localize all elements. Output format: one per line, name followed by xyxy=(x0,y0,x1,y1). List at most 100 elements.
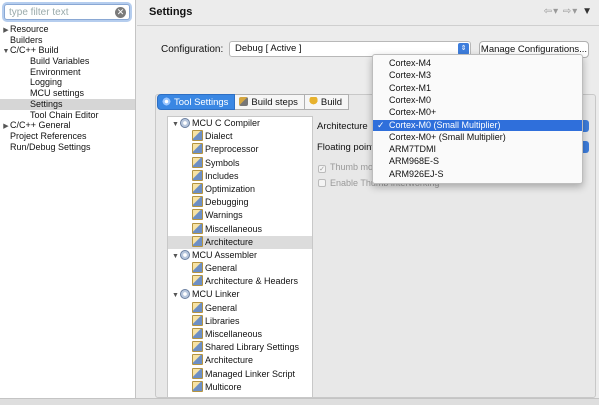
option-node[interactable]: Miscellaneous xyxy=(168,328,312,341)
tool-gear-icon xyxy=(180,118,190,128)
history-nav: ⇦▾ ⇨▾ ▼ xyxy=(544,6,593,17)
architecture-label: Architecture xyxy=(317,121,368,132)
sidebar-item-label: Run/Debug Settings xyxy=(10,141,91,152)
back-arrow-icon[interactable]: ⇦ xyxy=(544,6,553,17)
tab-gear[interactable]: Tool Settings xyxy=(157,94,236,110)
architecture-option-label: Cortex-M0 xyxy=(389,94,432,105)
option-node[interactable]: General xyxy=(168,262,312,275)
option-page-icon xyxy=(192,209,203,221)
tool-node[interactable]: ▼ MCU Assembler xyxy=(168,249,312,262)
steps-icon xyxy=(239,97,249,106)
architecture-option-label: ARM926EJ-S xyxy=(389,168,444,179)
settings-tabs: Tool Settings Build steps Build xyxy=(157,94,350,112)
option-node[interactable]: Managed Linker Script xyxy=(168,367,312,381)
sidebar-item[interactable]: Build Variables xyxy=(0,56,135,67)
architecture-option[interactable]: Cortex-M0 xyxy=(373,95,582,106)
architecture-option-label: Cortex-M1 xyxy=(389,82,432,93)
option-node[interactable]: Includes xyxy=(168,169,312,183)
option-page-icon xyxy=(192,130,203,142)
tool-tree-label: Symbols xyxy=(205,157,240,168)
tool-tree-label: MCU Linker xyxy=(192,289,240,300)
sidebar-item-label: Build Variables xyxy=(30,56,90,67)
forward-arrow-icon[interactable]: ⇨ xyxy=(563,6,572,17)
clear-filter-icon[interactable]: ✕ xyxy=(115,7,126,18)
sidebar-tree: ▶Resource Builders ▼C/C++ Build Build Varia… xyxy=(0,24,135,152)
tool-tree-label: Optimization xyxy=(205,183,256,194)
thumb-mode-checkbox[interactable]: ✓ xyxy=(318,165,326,173)
architecture-option[interactable]: ARM968E-S xyxy=(373,156,582,167)
option-page-icon xyxy=(192,182,203,194)
architecture-option-label: ARM7TDMI xyxy=(389,144,436,155)
option-node[interactable]: Optimization xyxy=(168,182,312,196)
option-node[interactable]: General xyxy=(168,301,312,315)
tool-tree-label: General xyxy=(205,302,238,313)
option-page-icon xyxy=(192,222,203,234)
sidebar-item-label: Builders xyxy=(10,34,43,45)
tab-steps[interactable]: Build steps xyxy=(235,94,305,110)
sidebar-item[interactable]: Builders xyxy=(0,35,135,46)
option-node[interactable]: Symbols xyxy=(168,156,312,170)
option-page-icon xyxy=(192,156,203,168)
option-node[interactable]: Multicore xyxy=(168,380,312,394)
option-node[interactable]: Shared Library Settings xyxy=(168,341,312,354)
sidebar-item[interactable]: Tool Chain Editor xyxy=(0,110,135,121)
architecture-option[interactable]: Cortex-M4 xyxy=(373,58,582,69)
option-node[interactable]: Miscellaneous xyxy=(168,222,312,236)
sidebar-item-label: Environment xyxy=(30,66,81,77)
page-header: Settings ⇦▾ ⇨▾ ▼ xyxy=(137,0,599,26)
architecture-option[interactable]: Cortex-M1 xyxy=(373,83,582,94)
page-title: Settings xyxy=(149,6,193,18)
sidebar-item[interactable]: Environment xyxy=(0,67,135,78)
option-node[interactable]: Preprocessor xyxy=(168,143,312,156)
filter-input[interactable] xyxy=(5,5,109,19)
architecture-option[interactable]: ✓ Cortex-M0 (Small Multiplier) xyxy=(373,119,582,131)
architecture-option[interactable]: ARM926EJ-S xyxy=(373,169,582,180)
tab-trophy[interactable]: Build xyxy=(304,94,350,110)
thumb-mode-row[interactable]: ✓ Thumb mo xyxy=(318,162,373,173)
sidebar-item-label: Tool Chain Editor xyxy=(30,109,99,120)
architecture-option[interactable]: Cortex-M0+ xyxy=(373,107,582,118)
tool-node[interactable]: ▼ MCU Linker xyxy=(168,288,312,301)
tool-tree-label: Miscellaneous xyxy=(205,223,263,234)
option-page-icon xyxy=(192,328,203,339)
sidebar-item[interactable]: MCU settings xyxy=(0,88,135,99)
option-node[interactable]: Architecture xyxy=(168,354,312,367)
sidebar-item-label: C/C++ General xyxy=(10,120,71,131)
architecture-option[interactable]: Cortex-M0+ (Small Multiplier) xyxy=(373,132,582,143)
configuration-label: Configuration: xyxy=(161,44,224,55)
sidebar-item[interactable]: Settings xyxy=(0,98,135,110)
back-dropdown-icon[interactable]: ▾ xyxy=(553,6,559,17)
architecture-option-label: Cortex-M0 (Small Multiplier) xyxy=(389,119,501,130)
option-node[interactable]: Dialect xyxy=(168,130,312,143)
architecture-option[interactable]: Cortex-M3 xyxy=(373,70,582,81)
option-page-icon xyxy=(192,341,203,353)
architecture-option-label: Cortex-M4 xyxy=(389,58,432,68)
view-menu-icon[interactable]: ▼ xyxy=(582,6,593,17)
sidebar-item-label: Settings xyxy=(30,98,63,109)
forward-dropdown-icon[interactable]: ▾ xyxy=(572,6,578,17)
sidebar-item[interactable]: Logging xyxy=(0,77,135,88)
option-page-icon xyxy=(192,235,203,247)
option-node[interactable]: Architecture xyxy=(168,235,312,249)
option-node[interactable]: Libraries xyxy=(168,314,312,328)
option-node[interactable]: Architecture & Headers xyxy=(168,275,312,288)
filter-field[interactable]: ✕ xyxy=(4,4,130,20)
option-page-icon xyxy=(192,367,203,379)
tool-tree-label: Preprocessor xyxy=(205,144,259,155)
sidebar-item[interactable]: Run/Debug Settings xyxy=(0,142,135,153)
architecture-option[interactable]: ARM7TDMI xyxy=(373,144,582,155)
sidebar-item[interactable]: Project References xyxy=(0,131,135,142)
tool-node[interactable]: ▼ MCU C Compiler xyxy=(168,117,312,130)
option-node[interactable]: Debugging xyxy=(168,196,312,209)
option-page-icon xyxy=(192,275,203,287)
option-node[interactable]: Warnings xyxy=(168,209,312,222)
interworking-checkbox[interactable] xyxy=(318,179,326,187)
option-page-icon xyxy=(192,354,203,366)
option-page-icon xyxy=(192,262,203,274)
architecture-option-label: ARM968E-S xyxy=(389,156,440,167)
gear-icon xyxy=(162,97,171,106)
sidebar-item[interactable]: ▼C/C++ Build xyxy=(0,45,135,56)
option-page-icon xyxy=(192,169,203,181)
sidebar-item[interactable]: ▶Resource xyxy=(0,24,135,35)
sidebar-item[interactable]: ▶C/C++ General xyxy=(0,120,135,131)
